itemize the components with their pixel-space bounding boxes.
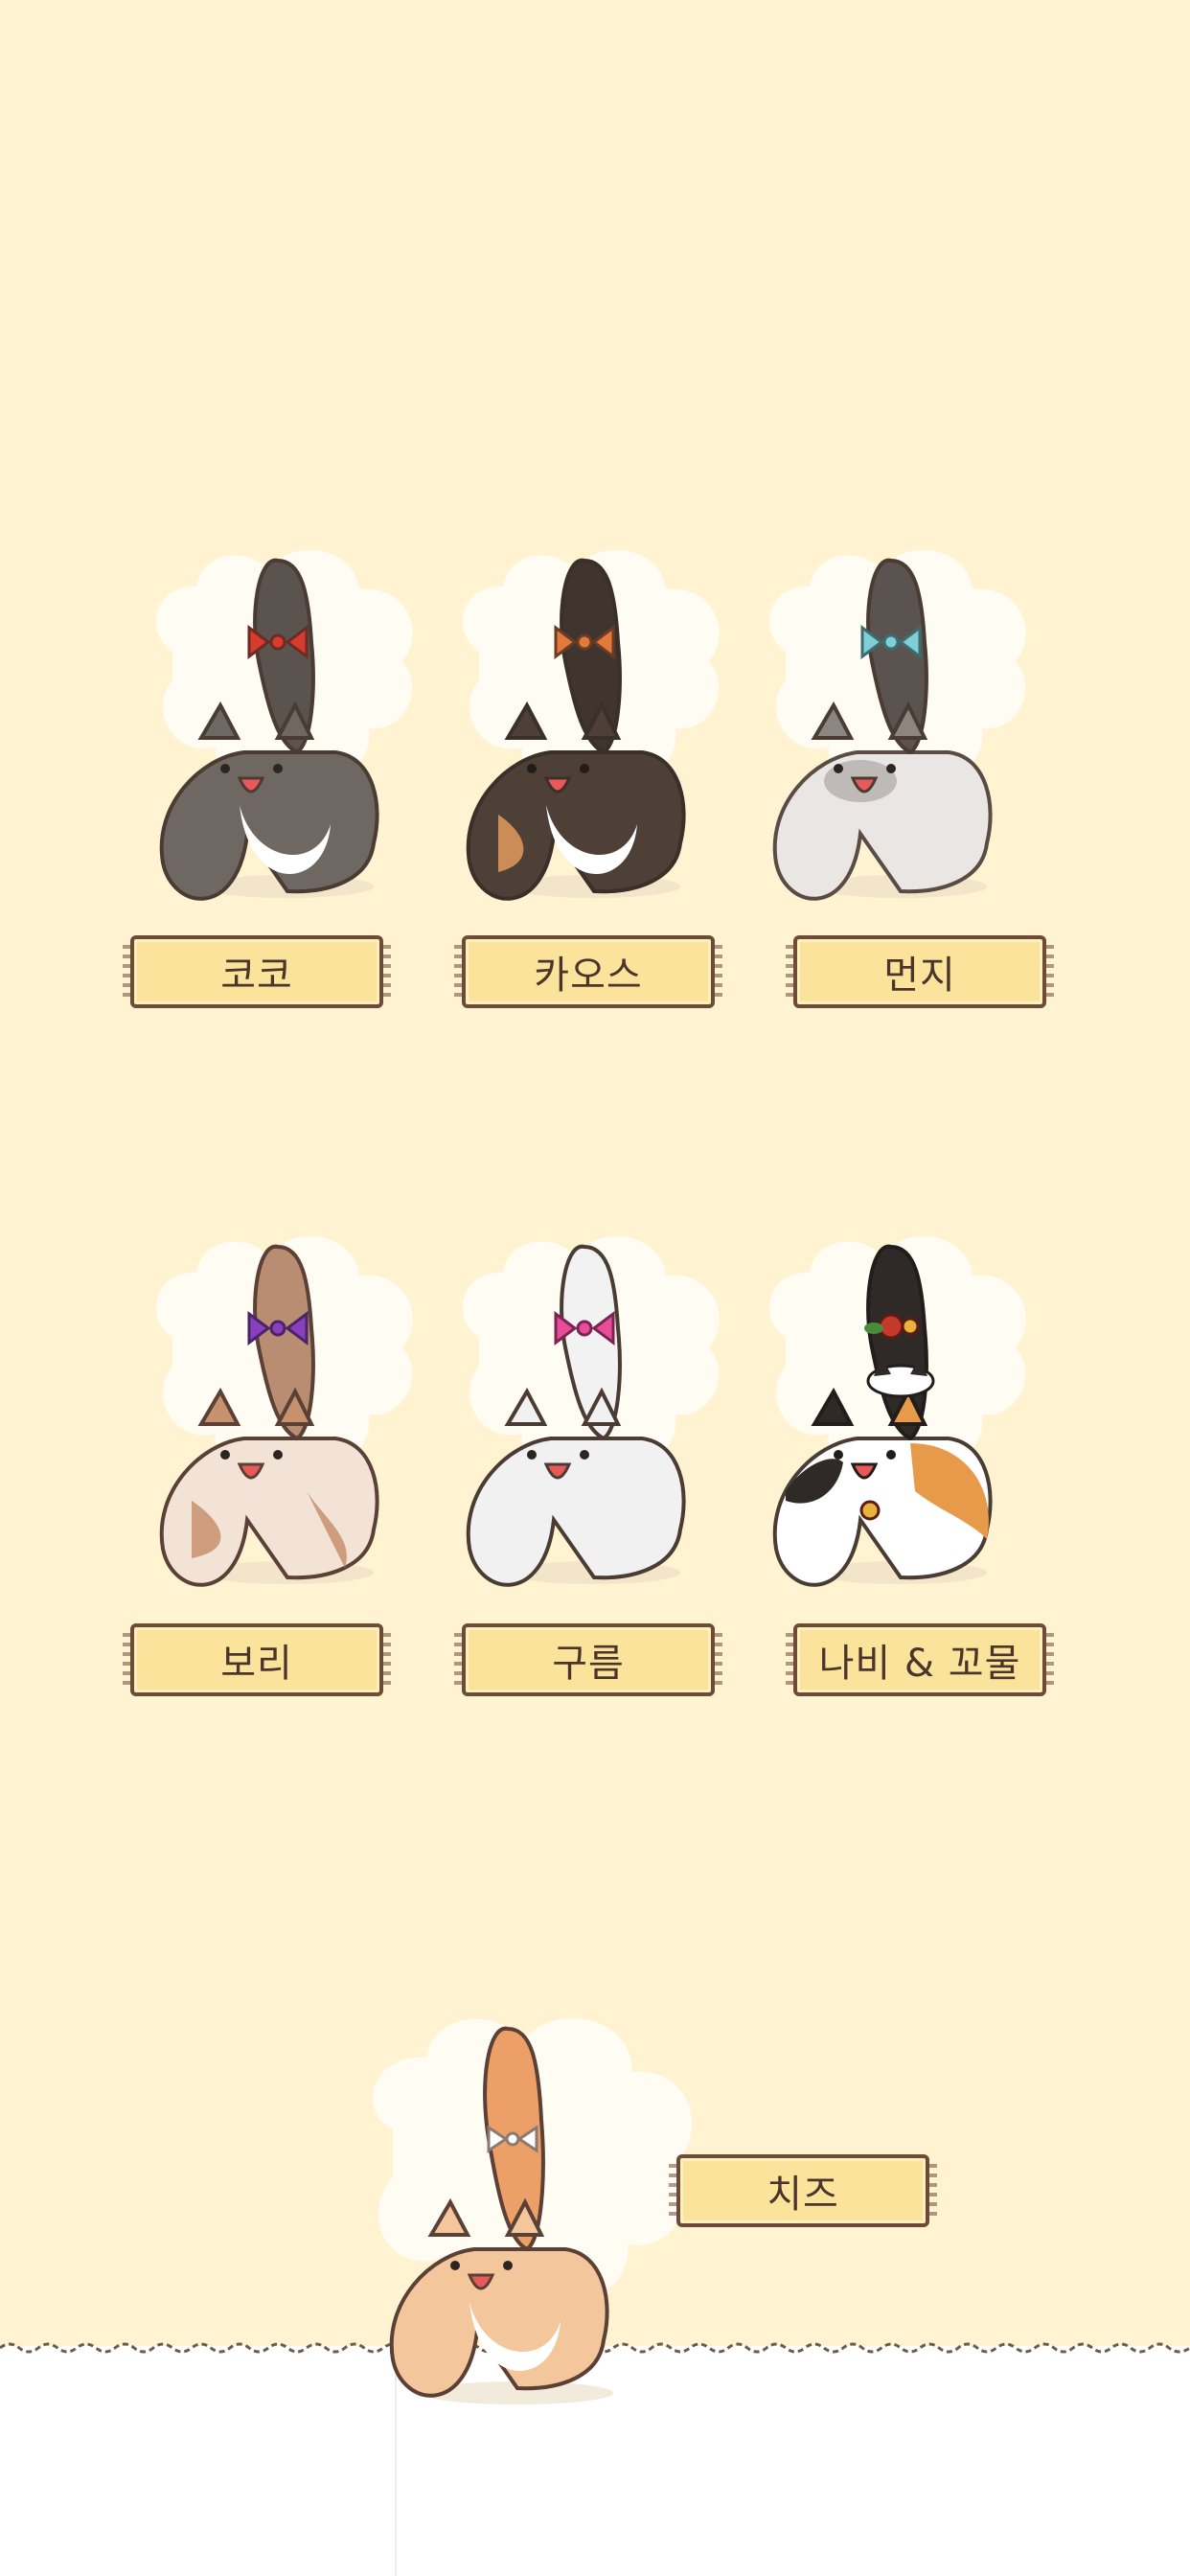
cat-name-bori[interactable]: 보리: [123, 1623, 391, 1696]
cat-name-label: 구름: [552, 1642, 625, 1686]
cat-coco-sprite: [159, 558, 379, 901]
cat-name-label: 카오스: [534, 954, 643, 998]
cat-name-coco[interactable]: 코코: [123, 935, 391, 1008]
cat-selection-screen: 코코 카오스 먼지 보리 구름 나비 & 꼬물 치즈: [0, 0, 1190, 2576]
cat-name-label: 보리: [220, 1642, 293, 1686]
cat-chaos-sprite: [466, 558, 686, 901]
cat-card-cheese[interactable]: [345, 1986, 728, 2484]
cat-meonji-sprite: [772, 558, 993, 901]
cat-name-label: 먼지: [883, 954, 956, 998]
cat-name-label: 나비 & 꼬물: [818, 1642, 1021, 1686]
cat-name-meonji[interactable]: 먼지: [786, 935, 1054, 1008]
cat-name-gureum[interactable]: 구름: [454, 1623, 722, 1696]
cat-gureum-sprite: [466, 1244, 686, 1587]
cat-name-nabi[interactable]: 나비 & 꼬물: [786, 1623, 1054, 1696]
cat-name-chaos[interactable]: 카오스: [454, 935, 722, 1008]
cat-name-label: 치즈: [767, 2173, 839, 2217]
cat-bori-sprite: [159, 1244, 379, 1587]
cat-name-cheese[interactable]: 치즈: [669, 2154, 937, 2227]
cat-name-label: 코코: [220, 954, 293, 998]
cat-nabi-sprite: [772, 1244, 993, 1587]
